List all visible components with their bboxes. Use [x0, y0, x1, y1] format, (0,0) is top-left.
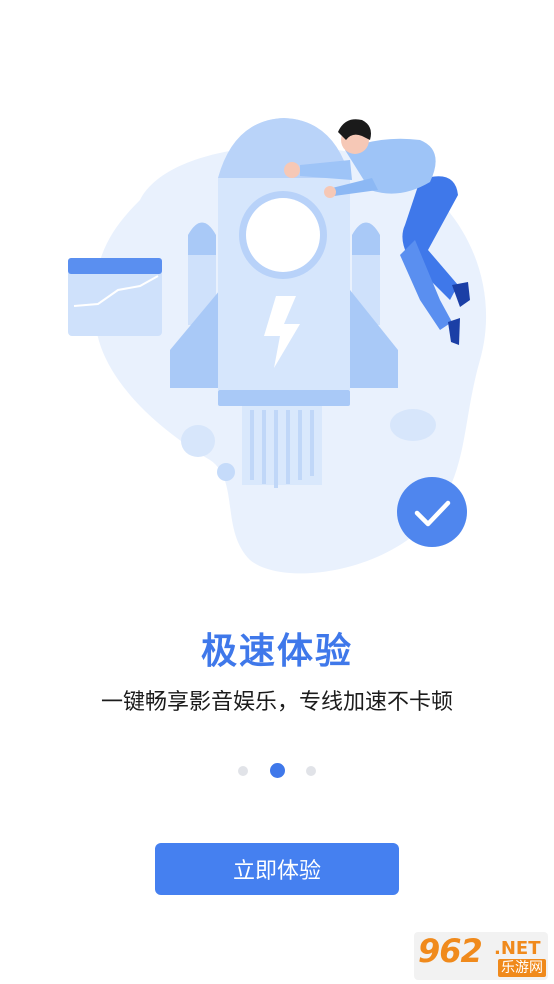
start-experience-button[interactable]: 立即体验: [155, 843, 399, 895]
page-subtitle: 一键畅享影音娱乐，专线加速不卡顿: [100, 690, 453, 715]
blob-bubble-left: [181, 425, 215, 457]
watermark-site-name: 乐游网: [498, 959, 546, 977]
checkmark-icon: [397, 477, 467, 547]
watermark-suffix: .NET: [494, 938, 541, 959]
blob-bubble-right: [390, 409, 436, 441]
page-dot-3[interactable]: [306, 766, 316, 776]
chart-card-icon: [68, 258, 162, 336]
blob-bubble-small: [217, 463, 235, 481]
rocket-exhaust: [242, 405, 322, 488]
page-dot-2-active[interactable]: [270, 763, 285, 778]
rocket-illustration: [68, 118, 487, 574]
page-indicator: [0, 763, 554, 779]
watermark-number: 962: [418, 932, 483, 970]
page-title: 极速体验: [200, 631, 353, 672]
page-dot-1[interactable]: [238, 766, 248, 776]
watermark-logo: 962 .NET 乐游网: [414, 932, 548, 980]
